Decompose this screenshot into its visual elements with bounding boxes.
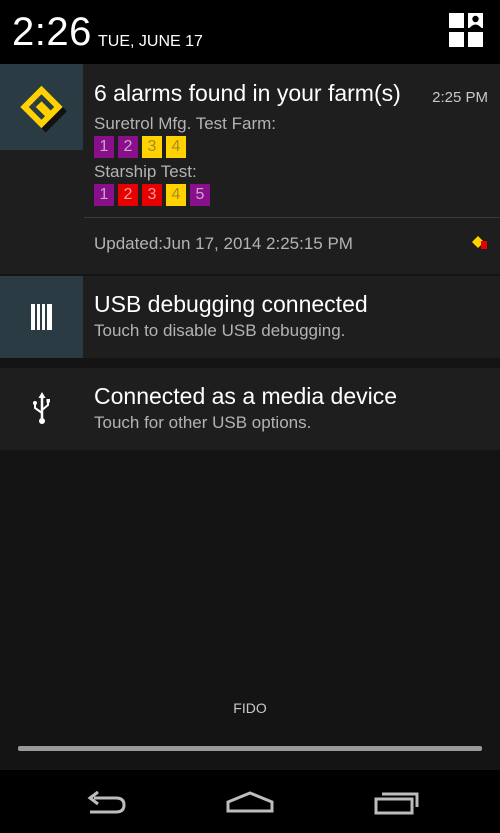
home-icon (226, 791, 274, 813)
notification-time: 2:25 PM (432, 89, 488, 106)
back-button[interactable] (76, 784, 132, 820)
shade-drag-handle[interactable] (18, 746, 482, 751)
usb-icon-box (0, 368, 83, 450)
usb-icon (33, 392, 50, 424)
navigation-bar (0, 770, 500, 833)
recents-button[interactable] (368, 784, 424, 820)
home-button[interactable] (222, 784, 278, 820)
alarm-badge: 2 (118, 184, 138, 206)
alarm-badge: 3 (142, 184, 162, 206)
app-icon-box (0, 64, 83, 150)
carrier-label: FIDO (233, 700, 267, 716)
alarm-badge: 4 (166, 136, 186, 158)
divider (84, 217, 500, 218)
alarm-badge: 1 (94, 184, 114, 206)
notification-header: 2:26 TUE, JUNE 17 (0, 0, 500, 64)
alarm-badge: 1 (94, 136, 114, 158)
small-alarm-icon (472, 236, 487, 249)
notification-title: USB debugging connected (94, 291, 368, 317)
notification-text: Touch to disable USB debugging. (94, 321, 346, 340)
alarm-badge: 3 (142, 136, 162, 158)
notification-title: 6 alarms found in your farm(s) (94, 80, 401, 106)
farm-name: Starship Test: (94, 162, 197, 181)
quick-settings-button[interactable] (448, 12, 484, 48)
date: TUE, JUNE 17 (98, 33, 203, 50)
alarm-badge: 4 (166, 184, 186, 206)
notification-title: Connected as a media device (94, 383, 398, 409)
notification-text: Touch for other USB options. (94, 413, 312, 432)
quick-settings-icon (449, 13, 483, 47)
usb-debugging-notification[interactable]: USB debugging connected Touch to disable… (0, 276, 500, 358)
alarm-row: 1 2 3 4 (94, 136, 186, 158)
clock: 2:26 (12, 10, 92, 54)
suretrol-logo-icon (20, 85, 67, 133)
recents-icon (374, 792, 419, 815)
alarm-row: 1 2 3 4 5 (94, 184, 210, 206)
farm-alarms-notification[interactable]: 6 alarms found in your farm(s) 2:25 PM S… (0, 64, 500, 274)
updated-timestamp: Updated:Jun 17, 2014 2:25:15 PM (94, 234, 353, 253)
usb-debugging-icon (31, 304, 52, 330)
media-device-notification[interactable]: Connected as a media device Touch for ot… (0, 368, 500, 450)
farm-name: Suretrol Mfg. Test Farm: (94, 114, 277, 133)
usb-debug-icon-box (0, 276, 83, 358)
alarm-badge: 5 (190, 184, 210, 206)
alarm-badge: 2 (118, 136, 138, 158)
back-icon (87, 790, 126, 814)
